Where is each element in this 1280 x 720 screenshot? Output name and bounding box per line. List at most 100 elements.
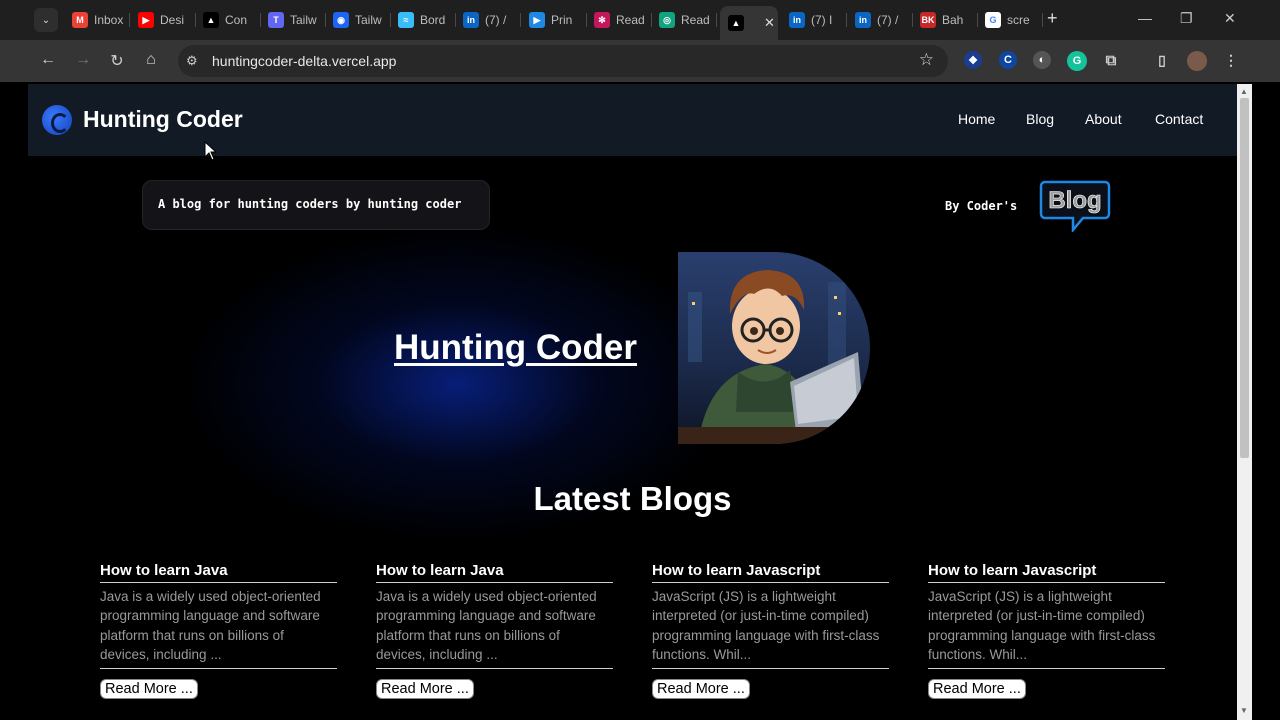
browser-tab-label: scre	[1007, 13, 1030, 27]
nav-blog[interactable]: Blog	[1026, 111, 1054, 127]
browser-tab-label: (7) /	[485, 13, 507, 27]
blog-badge-logo: Blog	[1039, 180, 1111, 232]
browser-tab-label: Read	[616, 13, 645, 27]
brand-name[interactable]: Hunting Coder	[83, 106, 243, 133]
tab-search-button[interactable]: ⌄	[34, 8, 58, 32]
nav-contact[interactable]: Contact	[1155, 111, 1203, 127]
blog-card-description: Java is a widely used object-oriented pr…	[376, 587, 613, 669]
browser-tab[interactable]: ≈ Bord	[398, 6, 456, 34]
tab-separator	[846, 13, 847, 27]
browser-tab[interactable]: ▲ Con	[203, 6, 261, 34]
reload-icon[interactable]: ↻	[107, 51, 127, 71]
grammarly-icon[interactable]: G	[1067, 51, 1087, 71]
blog-card-description: JavaScript (JS) is a lightweight interpr…	[928, 587, 1165, 669]
tab-separator	[912, 13, 913, 27]
new-tab-button[interactable]: +	[1047, 8, 1058, 29]
blog-card-title[interactable]: How to learn Java	[376, 562, 613, 583]
read-more-button[interactable]: Read More ...	[376, 679, 474, 699]
browser-tab[interactable]: in (7) /	[855, 6, 913, 34]
hero-title[interactable]: Hunting Coder	[394, 328, 637, 368]
tagline-box: A blog for hunting coders by hunting cod…	[142, 180, 490, 230]
browser-tab-label: Prin	[551, 13, 573, 27]
page-scrollbar[interactable]: ▲ ▼	[1237, 84, 1252, 720]
blog-card: How to learn Javascript JavaScript (JS) …	[928, 562, 1165, 699]
blog-badge-text: Blog	[1048, 187, 1101, 214]
extension-icon[interactable]: ❖	[964, 51, 982, 69]
browser-tab-label: Bord	[420, 13, 446, 27]
browser-tab-label: Tailw	[355, 13, 382, 27]
blog-card: How to learn Java Java is a widely used …	[100, 562, 337, 699]
scroll-up-icon[interactable]: ▲	[1240, 87, 1248, 96]
browser-tab[interactable]: ◎ Read	[659, 6, 717, 34]
browser-tab[interactable]: M Inbox	[72, 6, 130, 34]
bookmark-star-icon[interactable]: ☆	[919, 50, 934, 70]
browser-tab[interactable]: T Tailw	[268, 6, 326, 34]
tagline-text: A blog for hunting coders by hunting cod…	[158, 197, 462, 211]
menu-kebab-icon[interactable]: ⋮	[1222, 51, 1240, 69]
tab-separator	[455, 13, 456, 27]
blog-card: How to learn Java Java is a widely used …	[376, 562, 613, 699]
back-icon[interactable]: ←	[38, 51, 58, 69]
browser-tab[interactable]: ▲ ✕	[720, 6, 778, 40]
chatgpt-icon: ◎	[659, 12, 675, 28]
tab-separator	[716, 13, 717, 27]
bk-icon: BK	[920, 12, 936, 28]
hero-coder-illustration	[678, 252, 870, 444]
blog-card-title[interactable]: How to learn Javascript	[652, 562, 889, 583]
browser-tab[interactable]: ✻ Read	[594, 6, 652, 34]
tab-separator	[260, 13, 261, 27]
nav-home[interactable]: Home	[958, 111, 995, 127]
tab-separator	[977, 13, 978, 27]
read-more-button[interactable]: Read More ...	[652, 679, 750, 699]
close-window-icon[interactable]: ✕	[1224, 10, 1236, 27]
browser-tab[interactable]: BK Bah	[920, 6, 978, 34]
tab-separator	[195, 13, 196, 27]
site-settings-icon[interactable]: ⚙	[186, 53, 198, 69]
minimize-icon[interactable]: —	[1138, 10, 1152, 26]
linkedin-icon: in	[463, 12, 479, 28]
linkedin-icon: in	[789, 12, 805, 28]
address-bar[interactable]: ⚙ huntingcoder-delta.vercel.app ☆	[178, 45, 948, 77]
browser-tab[interactable]: ▶ Prin	[529, 6, 587, 34]
browser-tab[interactable]: Gscre	[985, 6, 1043, 34]
restore-icon[interactable]: ❐	[1180, 10, 1193, 27]
browser-tab[interactable]: in (7) I	[789, 6, 847, 34]
browser-tab-label: (7) I	[811, 13, 833, 27]
extensions-puzzle-icon[interactable]: ⧉	[1102, 51, 1120, 69]
home-icon[interactable]: ⌂	[141, 51, 161, 69]
latest-blogs-heading: Latest Blogs	[533, 480, 732, 517]
browser-tab[interactable]: in (7) /	[463, 6, 521, 34]
youtube-icon: ▶	[138, 12, 154, 28]
forward-icon[interactable]: →	[73, 51, 93, 69]
by-coders-text: By Coder's	[945, 199, 1018, 213]
browser-tab-label: Desi	[160, 13, 185, 27]
browser-tab[interactable]: ◉ Tailw	[333, 6, 391, 34]
browser-tab-label: Bah	[942, 13, 964, 27]
window-edge	[1252, 84, 1280, 720]
flowbite-icon: ◉	[333, 12, 349, 28]
scroll-down-icon[interactable]: ▼	[1240, 706, 1248, 715]
side-panel-icon[interactable]: ▯	[1153, 51, 1171, 69]
profile-avatar[interactable]	[1187, 51, 1207, 71]
extension-circle-icon[interactable]: ◐	[1033, 51, 1051, 69]
tab-separator	[586, 13, 587, 27]
browser-tab[interactable]: ▶ Desi	[138, 6, 196, 34]
tab-separator	[129, 13, 130, 27]
extension-c-icon[interactable]: C	[999, 51, 1017, 69]
play-icon: ▶	[529, 12, 545, 28]
tab-separator	[651, 13, 652, 27]
read-more-button[interactable]: Read More ...	[928, 679, 1026, 699]
blog-card-title[interactable]: How to learn Java	[100, 562, 337, 583]
blog-card-title[interactable]: How to learn Javascript	[928, 562, 1165, 583]
close-tab-icon[interactable]: ✕	[764, 15, 775, 31]
vercel-icon: ▲	[728, 15, 744, 31]
read-more-button[interactable]: Read More ...	[100, 679, 198, 699]
tab-separator	[1042, 13, 1043, 27]
tab-separator	[520, 13, 521, 27]
nav-about[interactable]: About	[1085, 111, 1122, 127]
url-text[interactable]: huntingcoder-delta.vercel.app	[212, 53, 396, 69]
logo-icon[interactable]	[42, 105, 72, 135]
browser-tab-label: Tailw	[290, 13, 317, 27]
scroll-thumb[interactable]	[1240, 98, 1249, 458]
tab-separator	[390, 13, 391, 27]
